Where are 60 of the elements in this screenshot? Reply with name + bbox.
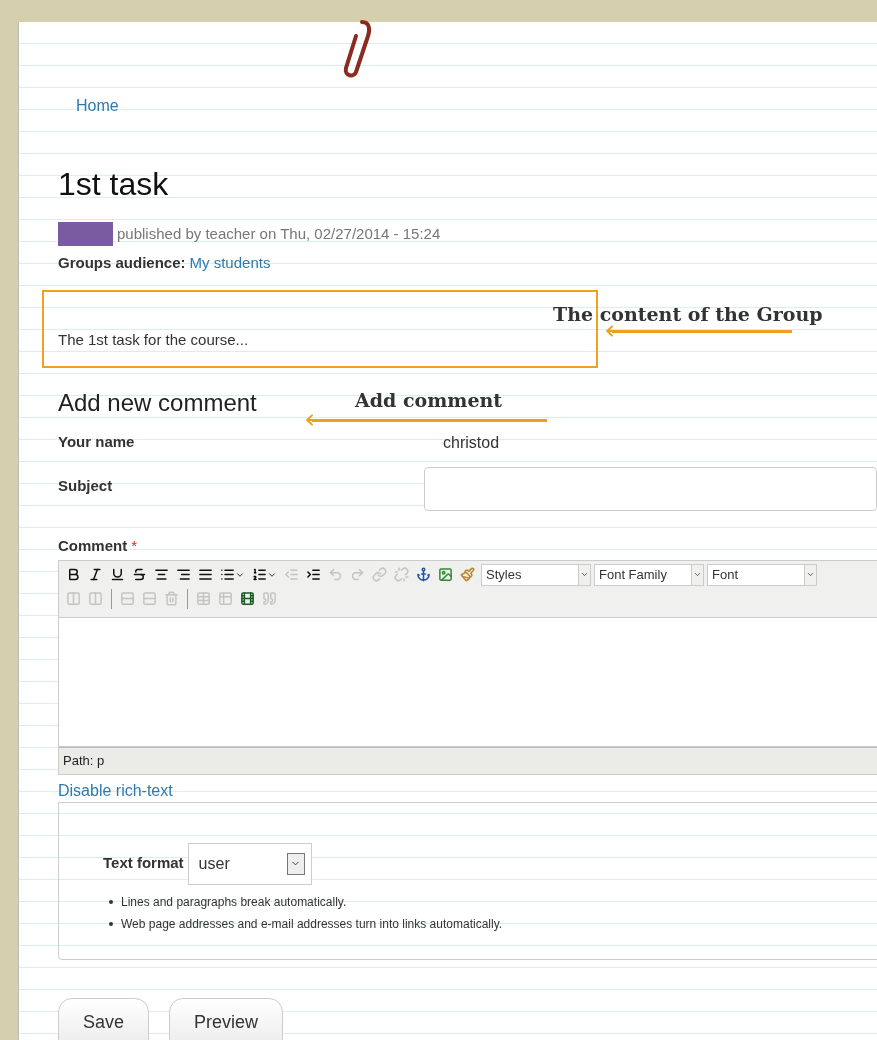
bullet-icon bbox=[109, 921, 113, 926]
body-text: The 1st task for the course... bbox=[58, 329, 249, 350]
numbered-list-icon bbox=[252, 567, 267, 582]
bullet-icon bbox=[109, 899, 113, 904]
help-text: Lines and paragraphs break automatically. bbox=[121, 893, 347, 911]
strikethrough-icon bbox=[132, 567, 147, 582]
form-button[interactable]: Save bbox=[58, 997, 150, 1040]
annotation-label: Add comment bbox=[355, 388, 503, 413]
align-center-icon bbox=[154, 567, 169, 582]
help-text: Web page addresses and e-mail addresses turn into links automatically. bbox=[121, 915, 503, 933]
caret-icon bbox=[806, 570, 815, 579]
table-icon bbox=[196, 591, 211, 606]
align-right-icon bbox=[176, 567, 191, 582]
field-label: Comment bbox=[58, 536, 128, 556]
link-icon bbox=[372, 567, 387, 582]
column-icon bbox=[88, 591, 103, 606]
disable-rich-text-link[interactable]: Disable rich-text bbox=[58, 778, 877, 803]
quote-icon bbox=[262, 591, 277, 606]
field-label: Groups audience: bbox=[58, 253, 186, 273]
dropdown-select[interactable]: Styles bbox=[481, 563, 591, 586]
home-link[interactable]: Home bbox=[76, 97, 119, 114]
image-icon bbox=[438, 567, 453, 582]
format-select[interactable]: user bbox=[187, 842, 312, 885]
bold-icon bbox=[66, 567, 81, 582]
published-info: published by teacher on Thu, 02/27/2014 - 15:24 bbox=[117, 223, 441, 244]
section-heading: Add new comment bbox=[58, 388, 257, 418]
redo-icon bbox=[350, 567, 365, 582]
delete-icon bbox=[164, 591, 179, 606]
name-value: christod bbox=[443, 433, 500, 453]
dropdown-select[interactable]: Font Family bbox=[594, 563, 704, 586]
user-avatar bbox=[58, 222, 113, 246]
field-label: Subject bbox=[58, 476, 114, 496]
table-icon bbox=[218, 591, 233, 606]
underline-icon bbox=[110, 567, 125, 582]
group-link[interactable]: My students bbox=[189, 252, 271, 275]
film-icon bbox=[240, 591, 255, 606]
page-title: 1st task bbox=[58, 168, 170, 200]
align-justify-icon bbox=[198, 567, 213, 582]
caret-icon bbox=[580, 570, 589, 579]
comment-textarea[interactable] bbox=[59, 616, 877, 747]
dropdown-select[interactable]: Font bbox=[707, 563, 817, 586]
column-icon bbox=[66, 591, 81, 606]
brush-icon bbox=[460, 567, 475, 582]
row-icon bbox=[120, 591, 135, 606]
required-mark: * bbox=[131, 536, 137, 556]
subject-field[interactable] bbox=[424, 467, 877, 511]
anchor-icon bbox=[416, 567, 431, 582]
undo-icon bbox=[328, 567, 343, 582]
bullet-list-icon bbox=[220, 567, 235, 582]
field-label: Your name bbox=[58, 432, 136, 452]
path-text: Path: p bbox=[63, 751, 105, 770]
caret-icon bbox=[693, 570, 702, 579]
field-label: Text format bbox=[103, 853, 184, 874]
annotation-label: The content of the Group bbox=[553, 302, 823, 327]
form-button[interactable]: Preview bbox=[169, 997, 284, 1040]
italic-icon bbox=[88, 567, 103, 582]
unlink-icon bbox=[394, 567, 409, 582]
outdent-icon bbox=[284, 567, 299, 582]
indent-icon bbox=[306, 567, 321, 582]
row-icon bbox=[142, 591, 157, 606]
